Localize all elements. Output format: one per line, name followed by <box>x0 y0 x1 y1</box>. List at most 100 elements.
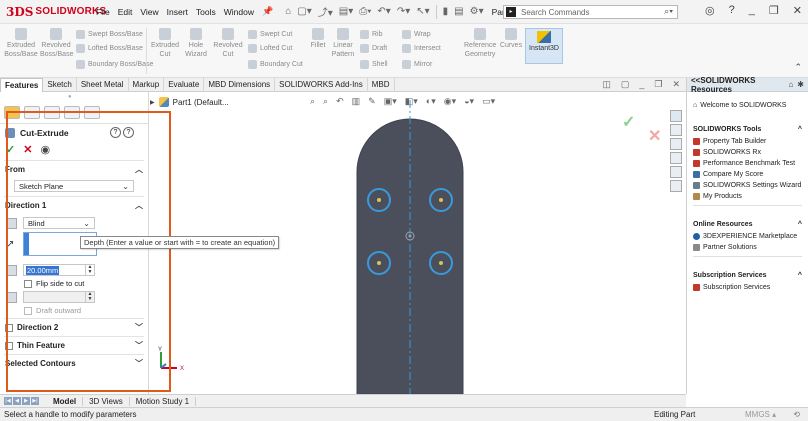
rebuild-status-icon[interactable]: ⟲ <box>793 410 800 419</box>
minimize-icon[interactable]: _ <box>749 4 755 17</box>
search-input[interactable]: Search Commands <box>521 8 589 17</box>
rib-button[interactable]: Rib <box>360 30 383 39</box>
draft-button[interactable]: Draft <box>360 44 387 53</box>
tab-mbd[interactable]: MBD <box>368 78 395 92</box>
mirror-button[interactable]: Mirror <box>402 60 432 69</box>
chevron-up-icon[interactable]: ^ <box>798 126 802 133</box>
appearances-tab-icon[interactable] <box>670 166 682 178</box>
draft-spinner[interactable]: ▲ ▼ <box>85 292 94 302</box>
task-pane-pin-icon[interactable]: ✱ <box>797 80 804 89</box>
viewport-close-icon[interactable]: ✕ <box>672 79 680 90</box>
tab-features[interactable]: Features <box>0 78 44 92</box>
cancel-x-icon[interactable]: ✕ <box>23 143 32 156</box>
menu-view[interactable]: View <box>140 7 158 17</box>
tab-markup[interactable]: Markup <box>129 78 165 92</box>
task-pane-home-icon[interactable]: ⌂ <box>788 80 793 89</box>
design-library-tab-icon[interactable] <box>670 124 682 136</box>
chevron-up-icon[interactable]: ^ <box>798 272 802 279</box>
curves-button[interactable]: Curves <box>498 28 524 50</box>
depth-input[interactable]: 20.00mm ▲ ▼ <box>23 264 95 276</box>
swept-boss-button[interactable]: Swept Boss/Base <box>76 30 143 39</box>
link-benchmark[interactable]: Performance Benchmark Test <box>693 158 802 169</box>
user-icon[interactable]: ◎ <box>705 4 715 17</box>
tab-model[interactable]: Model <box>47 396 84 406</box>
what-is-wrong-icon[interactable]: ? <box>123 127 134 138</box>
menu-insert[interactable]: Insert <box>167 7 188 17</box>
viewport-minimize-icon[interactable]: _ <box>639 79 644 90</box>
boundary-cut-button[interactable]: Boundary Cut <box>248 60 303 69</box>
view-settings-icon[interactable]: ▭▾ <box>482 96 495 107</box>
fillet-button[interactable]: Fillet <box>306 28 330 50</box>
view-palette-tab-icon[interactable] <box>670 152 682 164</box>
checkbox-box[interactable] <box>24 279 32 288</box>
prev-tab-icon[interactable]: ◀ <box>13 397 21 405</box>
tab-sheet-metal[interactable]: Sheet Metal <box>77 78 129 92</box>
wrap-button[interactable]: Wrap <box>402 30 431 39</box>
section-view-icon[interactable]: ▥ <box>352 96 361 107</box>
dimxpert-tab-icon[interactable] <box>64 106 80 119</box>
hole-wizard-button[interactable]: Hole Wizard <box>182 28 210 59</box>
select-icon[interactable]: ↖▾ <box>416 6 429 17</box>
from-select[interactable]: Sketch Plane ⌄ <box>14 180 134 192</box>
zoom-to-fit-icon[interactable]: ⌕ <box>310 96 315 107</box>
direction2-checkbox[interactable] <box>5 323 13 332</box>
part-name[interactable]: Part1 (Default... <box>173 98 229 107</box>
end-condition-select[interactable]: Blind ⌄ <box>23 217 95 229</box>
boundary-boss-button[interactable]: Boundary Boss/Base <box>76 60 153 69</box>
dynamic-annotation-icon[interactable]: ✎ <box>368 96 376 107</box>
link-compare-score[interactable]: Compare My Score <box>693 169 802 180</box>
feature-tree-flyout[interactable]: ▶ Part1 (Default... <box>150 97 229 107</box>
from-header[interactable]: From ︿ <box>4 161 144 178</box>
restore-icon[interactable]: ❐ <box>769 4 779 17</box>
close-icon[interactable]: ✕ <box>793 4 802 17</box>
configuration-manager-tab-icon[interactable] <box>44 106 60 119</box>
thin-feature-checkbox[interactable] <box>5 341 13 350</box>
subscription-header[interactable]: Subscription Services ^ <box>693 270 802 282</box>
menu-tools[interactable]: Tools <box>196 7 216 17</box>
chevron-up-icon[interactable]: ︿ <box>135 164 143 175</box>
options-gear-icon[interactable]: ⚙▾ <box>470 6 484 17</box>
tile-icon[interactable]: ◫ <box>602 79 611 90</box>
extruded-cut-button[interactable]: Extruded Cut <box>150 28 180 59</box>
chevron-up-icon[interactable]: ^ <box>798 221 802 228</box>
chevron-down-icon[interactable]: ﹀ <box>135 340 143 351</box>
file-properties-icon[interactable]: ▤ <box>454 6 463 17</box>
thin-feature-header[interactable]: Thin Feature ﹀ <box>4 337 144 354</box>
search-icon[interactable]: ⌕▾ <box>664 6 673 17</box>
expand-tree-icon[interactable]: ▶ <box>150 99 155 106</box>
home-icon[interactable]: ⌂ <box>285 6 291 17</box>
new-document-icon[interactable]: ▢▾ <box>297 6 311 17</box>
edit-appearance-icon[interactable]: ◉▾ <box>444 96 456 107</box>
draft-angle-input[interactable]: ▲ ▼ <box>23 291 95 303</box>
next-tab-icon[interactable]: ▶ <box>22 397 30 405</box>
flip-side-checkbox[interactable]: Flip side to cut <box>24 279 144 288</box>
rebuild-icon[interactable]: ▮ <box>443 6 449 17</box>
preview-eye-icon[interactable]: ◉ <box>40 143 50 156</box>
hide-show-icon[interactable]: ◐▾ <box>426 96 436 107</box>
feature-manager-tab-icon[interactable] <box>4 106 20 119</box>
linear-pattern-button[interactable]: Linear Pattern <box>330 28 356 59</box>
chevron-down-icon[interactable]: ﹀ <box>135 358 143 369</box>
collapse-ribbon-icon[interactable]: ⌃ <box>794 62 802 73</box>
tab-sketch[interactable]: Sketch <box>43 78 77 92</box>
last-tab-icon[interactable]: ▶| <box>31 397 39 405</box>
view-orientation-icon[interactable]: ▣▾ <box>384 96 397 107</box>
print-icon[interactable]: ⎙▾ <box>359 6 371 17</box>
menu-window[interactable]: Window <box>224 7 254 17</box>
pin-icon[interactable]: 📌 <box>262 6 273 17</box>
solidworks-logo[interactable]: 3DS SOLIDWORKS <box>6 5 106 19</box>
pm-splitter-dot[interactable]: ● <box>68 94 72 100</box>
direction1-header[interactable]: Direction 1 ︿ <box>4 197 144 214</box>
depth-spinner[interactable]: ▲ ▼ <box>85 265 94 275</box>
help-question-icon[interactable]: ? <box>110 127 121 138</box>
tab-motion-study[interactable]: Motion Study 1 <box>130 396 197 406</box>
draft-on-off-icon[interactable] <box>6 291 17 303</box>
link-property-tab-builder[interactable]: Property Tab Builder <box>693 136 802 147</box>
tab-evaluate[interactable]: Evaluate <box>164 78 205 92</box>
chevron-up-icon[interactable]: ︿ <box>135 200 143 211</box>
revolved-cut-button[interactable]: Revolved Cut <box>212 28 244 59</box>
selected-contours-header[interactable]: Selected Contours ﹀ <box>4 355 144 372</box>
ok-check-icon[interactable]: ✓ <box>6 143 15 156</box>
direction2-header[interactable]: Direction 2 ﹀ <box>4 319 144 336</box>
scene-icon[interactable]: ◒▾ <box>464 96 474 107</box>
